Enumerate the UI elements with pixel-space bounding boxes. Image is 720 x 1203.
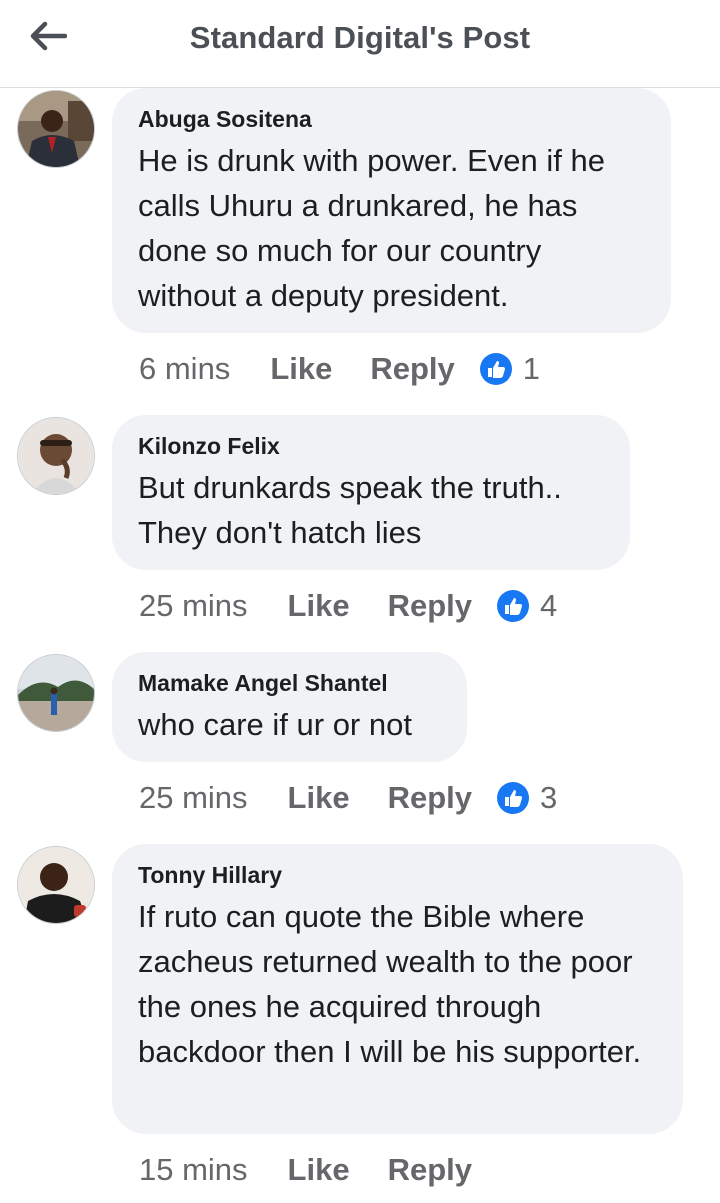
avatar[interactable] bbox=[17, 846, 95, 924]
comment-time[interactable]: 15 mins bbox=[139, 1152, 248, 1188]
comment-actions: 6 mins Like Reply 1 bbox=[139, 347, 540, 391]
reply-button[interactable]: Reply bbox=[388, 588, 472, 624]
reaction-summary[interactable]: 1 bbox=[479, 351, 540, 387]
avatar[interactable] bbox=[17, 654, 95, 732]
comment-time[interactable]: 25 mins bbox=[139, 780, 248, 816]
like-button[interactable]: Like bbox=[288, 588, 350, 624]
comment-bubble: Abuga Sositena He is drunk with power. E… bbox=[112, 88, 671, 333]
comment-text: who care if ur or not bbox=[138, 707, 412, 742]
comment-text: He is drunk with power. Even if he calls… bbox=[138, 143, 605, 313]
comment-text: If ruto can quote the Bible where zacheu… bbox=[138, 899, 642, 1069]
avatar[interactable] bbox=[17, 90, 95, 168]
comment-author[interactable]: Tonny Hillary bbox=[138, 860, 657, 890]
comment-author[interactable]: Mamake Angel Shantel bbox=[138, 668, 441, 698]
like-button[interactable]: Like bbox=[270, 351, 332, 387]
like-button[interactable]: Like bbox=[288, 780, 350, 816]
reaction-count: 4 bbox=[540, 588, 558, 623]
comment-actions: 25 mins Like Reply 4 bbox=[139, 584, 557, 628]
reply-button[interactable]: Reply bbox=[370, 351, 454, 387]
comment-text: But drunkards speak the truth.. They don… bbox=[138, 470, 562, 550]
reply-button[interactable]: Reply bbox=[388, 1152, 472, 1188]
comment-bubble: Tonny Hillary If ruto can quote the Bibl… bbox=[112, 844, 683, 1134]
avatar[interactable] bbox=[17, 417, 95, 495]
comment-bubble: Mamake Angel Shantel who care if ur or n… bbox=[112, 652, 467, 762]
thumbs-up-icon bbox=[479, 353, 512, 385]
top-bar: Standard Digital's Post bbox=[0, 0, 720, 88]
reaction-count: 3 bbox=[540, 780, 558, 815]
comment-author[interactable]: Kilonzo Felix bbox=[138, 431, 604, 461]
page-title: Standard Digital's Post bbox=[189, 20, 531, 55]
comment-time[interactable]: 25 mins bbox=[139, 588, 248, 624]
comment-actions: 25 mins Like Reply 3 bbox=[139, 776, 557, 820]
reaction-count: 1 bbox=[522, 351, 541, 386]
comment-bubble: Kilonzo Felix But drunkards speak the tr… bbox=[112, 415, 630, 570]
thumbs-up-icon bbox=[497, 782, 529, 814]
thumbs-up-icon bbox=[497, 590, 529, 622]
comment-time[interactable]: 6 mins bbox=[139, 351, 230, 387]
like-button[interactable]: Like bbox=[288, 1152, 350, 1188]
reaction-summary[interactable]: 4 bbox=[496, 588, 557, 624]
reaction-summary[interactable]: 3 bbox=[496, 780, 557, 816]
comment-actions: 15 mins Like Reply bbox=[139, 1148, 496, 1192]
comment-author[interactable]: Abuga Sositena bbox=[138, 104, 645, 134]
reply-button[interactable]: Reply bbox=[388, 780, 472, 816]
